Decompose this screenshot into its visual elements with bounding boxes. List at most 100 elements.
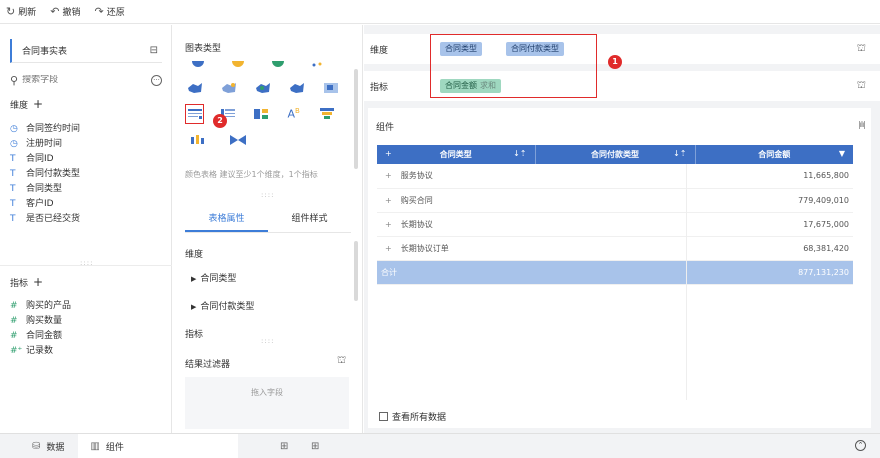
chart-type-heat-map[interactable]: [253, 78, 273, 98]
field-item[interactable]: ◷ 注册时间: [10, 137, 80, 152]
column-header-contract-amount[interactable]: 合同金额 ▼: [695, 145, 853, 164]
expand-row-icon[interactable]: +: [385, 244, 392, 253]
chart-row-2: [185, 75, 350, 101]
splitter-grip-icon[interactable]: ::::: [261, 191, 274, 199]
field-item[interactable]: T 合同ID: [10, 152, 80, 167]
filter-lock-icon[interactable]: ⛫: [337, 355, 346, 368]
sort-icon[interactable]: ↓⇡: [673, 149, 686, 158]
field-item[interactable]: #⁺ 记录数: [10, 344, 71, 359]
data-table: + 合同类型 ↓⇡ 合同付款类型 ↓⇡ 合同金额 ▼ + 服务协议 11,665,800 + 购…: [377, 145, 853, 285]
table-header-row: + 合同类型 ↓⇡ 合同付款类型 ↓⇡ 合同金额 ▼: [377, 145, 853, 164]
more-icon[interactable]: ···: [151, 74, 162, 86]
field-label: 合同付款类型: [26, 169, 81, 179]
field-item[interactable]: ◷ 合同签约时间: [10, 122, 80, 137]
refresh-label: 刷新: [18, 8, 37, 18]
table-row[interactable]: + 长期协议订单 68,381,420: [377, 236, 853, 261]
chart-hint: 颜色表格 建议至少1个维度，1个指标: [185, 170, 318, 179]
refresh-button[interactable]: ↻ 刷新: [6, 5, 36, 18]
number-calc-icon: #⁺: [10, 346, 23, 356]
splitter-grip-icon[interactable]: ::::: [261, 337, 274, 345]
collapse-icon[interactable]: ⌃: [855, 440, 866, 451]
row-value-cell: 779,409,010: [695, 188, 853, 213]
chart-type-box-plot[interactable]: [185, 130, 211, 150]
text-icon: T: [10, 214, 16, 224]
sort-desc-icon[interactable]: ▼: [839, 149, 845, 158]
chart-type-pie[interactable]: [185, 61, 211, 75]
row-name-cell: + 购买合同: [377, 188, 695, 213]
dimension-section-title: 维度 +: [10, 97, 43, 111]
search-input[interactable]: [22, 75, 133, 85]
chart-type-point-map[interactable]: [287, 78, 307, 98]
widget-chart-icon[interactable]: |ılı|: [858, 120, 866, 129]
chart-type-grid: AB: [185, 61, 350, 153]
field-item[interactable]: # 购买的产品: [10, 299, 71, 314]
add-dimension-icon[interactable]: +: [33, 97, 43, 111]
measure-lock-icon[interactable]: ⛫: [857, 80, 866, 93]
add-dashboard-icon[interactable]: ⊞: [311, 441, 319, 452]
chart-type-scatter-small[interactable]: [305, 61, 331, 75]
table-row[interactable]: + 服务协议 11,665,800: [377, 164, 853, 189]
chart-type-funnel[interactable]: [317, 104, 336, 124]
dimension-prop-title: 维度: [185, 250, 204, 260]
chart-type-flow-map[interactable]: [219, 78, 239, 98]
row-value-cell: 17,675,000: [695, 212, 853, 237]
clock-icon: ◷: [10, 139, 18, 149]
switch-table-icon[interactable]: ⊟: [150, 45, 158, 56]
chart-type-ring[interactable]: [265, 61, 291, 75]
sort-icon[interactable]: ↓⇡: [513, 149, 526, 158]
field-item[interactable]: # 购买数量: [10, 314, 71, 329]
view-all-checkbox[interactable]: [379, 412, 388, 421]
expand-row-icon[interactable]: +: [385, 220, 392, 229]
expand-row-icon[interactable]: +: [385, 196, 392, 205]
chart-type-word-cloud[interactable]: AB: [284, 104, 303, 124]
dimension-lock-icon[interactable]: ⛫: [857, 43, 866, 56]
chart-config-panel: 图表类型 AB 2 颜色表格 建议至少1个维度，1个指标:::: 表格属性 组…: [173, 25, 363, 433]
chart-type-rose[interactable]: [225, 61, 251, 75]
chart-type-map[interactable]: [185, 78, 205, 98]
props-scrollbar[interactable]: [354, 241, 358, 301]
word-cloud-icon: AB: [287, 107, 300, 121]
view-all-data[interactable]: 查看所有数据: [379, 410, 446, 423]
measure-section-title: 指标 +: [10, 275, 43, 289]
undo-button[interactable]: ↶ 撤销: [50, 5, 80, 18]
dimension-prop-item[interactable]: ▶ 合同付款类型: [191, 299, 254, 312]
field-label: 注册时间: [26, 139, 63, 149]
header-label: 合同金额: [758, 150, 791, 159]
column-header-payment-type[interactable]: 合同付款类型 ↓⇡: [535, 145, 696, 164]
header-label: 合同类型: [439, 150, 472, 159]
row-name: 购买合同: [400, 195, 433, 205]
chart-type-region-map[interactable]: [321, 78, 341, 98]
redo-button[interactable]: ↷ 还原: [94, 5, 124, 18]
expand-all-icon[interactable]: +: [385, 149, 392, 158]
tab-table-properties[interactable]: 表格属性: [185, 205, 268, 232]
filter-drop-zone[interactable]: 拖入字段: [185, 377, 349, 429]
row-name: 长期协议: [400, 219, 433, 229]
tab-data[interactable]: ⛁ 数据: [0, 434, 78, 458]
tab-widget[interactable]: ▥ 组件: [78, 433, 239, 458]
chart-type-scrollbar[interactable]: [354, 69, 358, 169]
field-label: 是否已经交货: [26, 214, 81, 224]
column-header-contract-type[interactable]: + 合同类型 ↓⇡: [377, 145, 536, 164]
row-name: 服务协议: [400, 171, 433, 181]
chart-type-kpi-card[interactable]: [251, 104, 270, 124]
add-widget-icon[interactable]: ⊞: [280, 441, 288, 452]
dimension-title-label: 维度: [10, 100, 29, 111]
expand-row-icon[interactable]: +: [385, 171, 392, 180]
dimension-prop-item[interactable]: ▶ 合同类型: [191, 271, 236, 284]
field-item[interactable]: T 合同付款类型: [10, 167, 80, 182]
field-label: 客户ID: [26, 199, 54, 209]
add-measure-icon[interactable]: +: [33, 275, 43, 289]
table-selector[interactable]: 合同事实表 ⊟: [10, 39, 162, 63]
field-item[interactable]: T 客户ID: [10, 197, 80, 212]
chart-type-color-table[interactable]: [185, 104, 205, 124]
field-label: 合同ID: [26, 154, 54, 164]
table-row[interactable]: + 长期协议 17,675,000: [377, 212, 853, 237]
step-badge-2: 2: [213, 114, 227, 128]
measure-field-list: # 购买的产品 # 购买数量 # 合同金额 #⁺ 记录数: [10, 299, 71, 359]
chart-type-sankey[interactable]: [225, 130, 251, 150]
table-row[interactable]: + 购买合同 779,409,010: [377, 188, 853, 213]
field-item[interactable]: T 合同类型: [10, 182, 80, 197]
tab-widget-style[interactable]: 组件样式: [268, 205, 351, 232]
field-item[interactable]: T 是否已经交货: [10, 212, 80, 227]
field-item[interactable]: # 合同金额: [10, 329, 71, 344]
